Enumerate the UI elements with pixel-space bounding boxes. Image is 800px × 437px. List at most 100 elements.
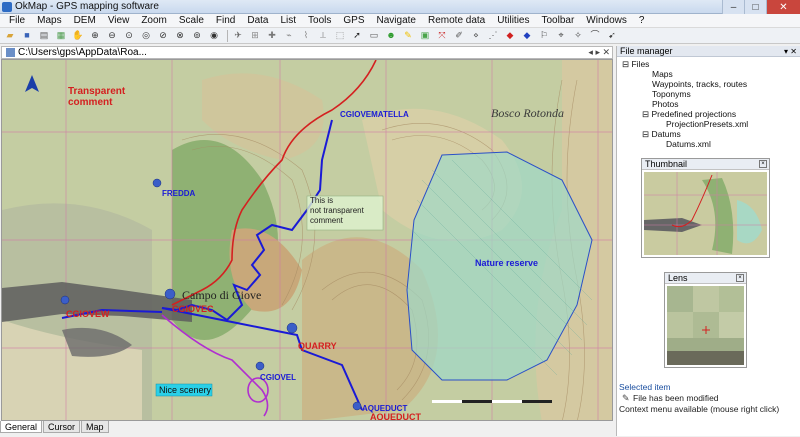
path-icon[interactable]: ⌒: [588, 29, 602, 42]
tree-node-waypoints[interactable]: Waypoints, tracks, routes: [620, 79, 800, 89]
waypoint-icon[interactable]: ✚: [265, 29, 279, 42]
map-icon[interactable]: ▦: [54, 29, 68, 42]
tree-node-maps[interactable]: Maps: [620, 69, 800, 79]
print-icon[interactable]: ▤: [37, 29, 51, 42]
document-path: C:\Users\gps\AppData\Roa...: [18, 47, 147, 58]
map-view[interactable]: Transparent comment CGIOVEMATELLA Bosco …: [1, 59, 613, 421]
scale-icon[interactable]: ⊚: [190, 29, 204, 42]
compass-icon[interactable]: ✧: [571, 29, 585, 42]
lens-icon[interactable]: ◉: [207, 29, 221, 42]
zoom-next-icon[interactable]: ⊗: [173, 29, 187, 42]
zoom-fit-icon[interactable]: ◎: [139, 29, 153, 42]
label-aqueduct-red[interactable]: AQUEDUCT: [370, 412, 421, 420]
gps-icon[interactable]: ✈: [231, 29, 245, 42]
maximize-button[interactable]: □: [744, 0, 766, 14]
tree-node-files[interactable]: ⊟ Files: [620, 59, 800, 69]
app-icon: [2, 1, 12, 12]
polyline-icon[interactable]: ⋰: [486, 29, 500, 42]
select-box-icon[interactable]: ▭: [367, 29, 381, 42]
close-button[interactable]: ✕: [766, 0, 800, 14]
label-bosco-rotonda: Bosco Rotonda: [491, 106, 564, 120]
link-icon[interactable]: ⤧: [435, 29, 449, 42]
menu-dem[interactable]: DEM: [68, 15, 102, 26]
document-icon: [6, 48, 15, 57]
panel-pin-icon[interactable]: ▾ ✕: [784, 46, 797, 57]
label-fredda[interactable]: FREDDA: [162, 189, 195, 198]
blue-marker-icon[interactable]: ◆: [520, 29, 534, 42]
tab-map[interactable]: Map: [81, 421, 109, 433]
menu-zoom[interactable]: Zoom: [135, 15, 173, 26]
hand-icon[interactable]: ✋: [71, 29, 85, 42]
save-icon[interactable]: ■: [20, 29, 34, 42]
flag-icon[interactable]: ⚐: [537, 29, 551, 42]
menu-scale[interactable]: Scale: [173, 15, 210, 26]
label-cgiovec[interactable]: CGIOVEC: [172, 304, 214, 314]
select-arrow-icon[interactable]: ➚: [350, 29, 364, 42]
direction-icon[interactable]: ➹: [605, 29, 619, 42]
menu-gps[interactable]: GPS: [337, 15, 370, 26]
tree-node-projection-presets[interactable]: ProjectionPresets.xml: [620, 119, 800, 129]
menu-list[interactable]: List: [274, 15, 302, 26]
measure-icon[interactable]: ⟂: [316, 29, 330, 42]
tree-node-photos[interactable]: Photos: [620, 99, 800, 109]
menu-help[interactable]: ?: [633, 15, 651, 26]
zoom-out-icon[interactable]: ⊖: [105, 29, 119, 42]
label-transparent-comment[interactable]: Transparent comment: [68, 86, 125, 108]
menu-bar: File Maps DEM View Zoom Scale Find Data …: [0, 14, 800, 28]
menu-file[interactable]: File: [3, 15, 31, 26]
menu-windows[interactable]: Windows: [580, 15, 633, 26]
menu-navigate[interactable]: Navigate: [371, 15, 422, 26]
label-campo-di-giove: Campo di Giove: [182, 288, 262, 302]
tree-label: Maps: [652, 69, 673, 79]
label-cgiovel[interactable]: CGIOVEL: [260, 373, 296, 382]
comment-icon[interactable]: ✎: [401, 29, 415, 42]
menu-toolbar[interactable]: Toolbar: [535, 15, 580, 26]
menu-data[interactable]: Data: [241, 15, 274, 26]
grid-icon[interactable]: ⊞: [248, 29, 262, 42]
tree-node-toponyms[interactable]: Toponyms: [620, 89, 800, 99]
menu-tools[interactable]: Tools: [302, 15, 337, 26]
tab-cursor[interactable]: Cursor: [43, 421, 81, 433]
label-nice-scenery[interactable]: Nice scenery: [159, 385, 211, 395]
close-icon[interactable]: ×: [736, 274, 744, 282]
target-icon[interactable]: ⌖: [554, 29, 568, 42]
pencil-icon: ✎: [622, 393, 630, 403]
open-folder-icon[interactable]: ▰: [3, 29, 17, 42]
minimize-button[interactable]: –: [722, 0, 744, 14]
lens-title-bar: Lens ×: [665, 273, 746, 284]
zoom-window-icon[interactable]: ⊙: [122, 29, 136, 42]
zoom-prev-icon[interactable]: ⊘: [156, 29, 170, 42]
label-cgioview[interactable]: CGIOVEW: [66, 309, 110, 319]
lens-view: [667, 286, 744, 365]
zoom-in-icon[interactable]: ⊕: [88, 29, 102, 42]
menu-utilities[interactable]: Utilities: [491, 15, 535, 26]
route-icon[interactable]: ⌁: [282, 29, 296, 42]
area-icon[interactable]: ⬚: [333, 29, 347, 42]
label-not-transparent-comment[interactable]: This is not transparent comment: [310, 196, 364, 226]
menu-maps[interactable]: Maps: [31, 15, 67, 26]
track-icon[interactable]: ⌇: [299, 29, 313, 42]
file-manager-title-bar: File manager ▾ ✕: [617, 46, 800, 57]
close-icon[interactable]: ×: [759, 160, 767, 168]
menu-remote-data[interactable]: Remote data: [422, 15, 491, 26]
tree-node-datums[interactable]: ⊟ Datums: [620, 129, 800, 139]
thumbnail-map[interactable]: [642, 170, 769, 257]
document-tab[interactable]: C:\Users\gps\AppData\Roa... ◂ ▸ ✕: [1, 46, 613, 59]
edit-route-icon[interactable]: ✐: [452, 29, 466, 42]
red-marker-icon[interactable]: ◆: [503, 29, 517, 42]
label-quarry[interactable]: QUARRY: [298, 341, 337, 351]
label-nature-reserve[interactable]: Nature reserve: [475, 258, 538, 268]
label-cgiovematella[interactable]: CGIOVEMATELLA: [340, 110, 409, 119]
tree-node-projections[interactable]: ⊟ Predefined projections: [620, 109, 800, 119]
node-icon[interactable]: ⋄: [469, 29, 483, 42]
tree-label: Datums: [651, 129, 681, 139]
menu-find[interactable]: Find: [210, 15, 241, 26]
toolbar: ▰ ■ ▤ ▦ ✋ ⊕ ⊖ ⊙ ◎ ⊘ ⊗ ⊚ ◉ ✈ ⊞ ✚ ⌁ ⌇ ⟂ ⬚ …: [0, 28, 800, 44]
photo-icon[interactable]: ▣: [418, 29, 432, 42]
tab-general[interactable]: General: [0, 421, 43, 433]
smiley-icon[interactable]: ☻: [384, 29, 398, 42]
file-tree: ⊟ Files Maps Waypoints, tracks, routes T…: [617, 57, 800, 149]
menu-view[interactable]: View: [102, 15, 136, 26]
tree-node-datums-xml[interactable]: Datums.xml: [620, 139, 800, 149]
document-controls[interactable]: ◂ ▸ ✕: [588, 47, 610, 58]
